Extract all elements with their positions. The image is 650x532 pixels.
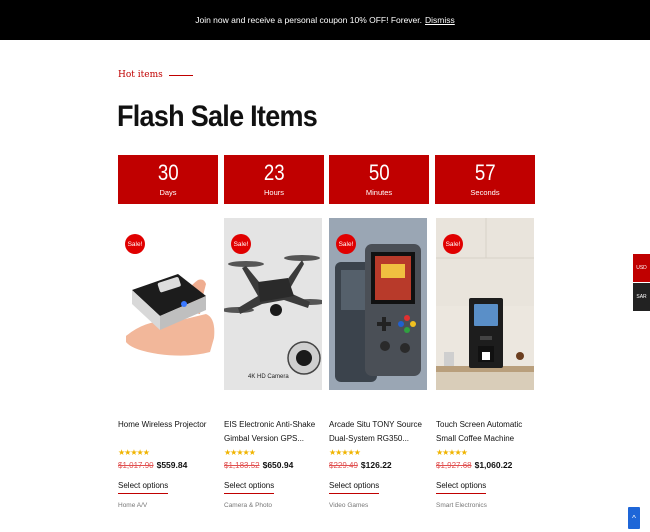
image-caption: 4K HD Camera — [248, 374, 289, 380]
star-icon: ★★★★★ — [436, 448, 468, 457]
select-options-button[interactable]: Select options — [224, 481, 275, 494]
product-category[interactable]: Smart Electronics — [436, 502, 534, 509]
sale-badge: Sale! — [443, 234, 463, 254]
product-category[interactable]: Video Games — [329, 502, 427, 509]
select-options-button[interactable]: Select options — [329, 481, 380, 494]
scroll-top-button[interactable]: ^ — [628, 507, 640, 529]
countdown-value: 23 — [263, 160, 285, 185]
old-price: $1,183.52 — [224, 461, 260, 470]
product-name[interactable]: Touch Screen Automatic Small Coffee Mach… — [436, 418, 534, 446]
product-image[interactable]: Sale! 4K HD Camera — [224, 218, 322, 390]
product-image[interactable]: Sale! — [329, 218, 427, 390]
product-price: $1,183.52 $650.94 — [224, 460, 322, 470]
countdown-value: 57 — [474, 160, 496, 185]
select-options-button[interactable]: Select options — [436, 481, 487, 494]
old-price: $1,017.90 — [118, 461, 154, 470]
countdown-unit: Minutes — [365, 188, 393, 197]
product-price: $1,927.68 $1,060.22 — [436, 460, 534, 470]
product-image[interactable]: Sale! — [118, 218, 216, 390]
select-options-button[interactable]: Select options — [118, 481, 169, 494]
sale-price: $650.94 — [262, 460, 294, 470]
product-category[interactable]: Home A/V — [118, 502, 216, 509]
announcement-text: Join now and receive a personal coupon 1… — [195, 15, 423, 25]
sale-badge: Sale! — [125, 234, 145, 254]
countdown-value: 30 — [157, 160, 179, 185]
chevron-up-icon: ^ — [632, 513, 636, 523]
countdown-unit: Hours — [263, 188, 284, 197]
product-name[interactable]: Arcade Situ TONY Source Dual-System RG35… — [329, 418, 427, 446]
product-card[interactable]: Sale! Touch Screen Automatic Small Coffe… — [436, 218, 534, 509]
currency-usd-button[interactable]: USD — [633, 254, 650, 282]
star-icon: ★★★★★ — [118, 448, 150, 457]
product-price: $229.49 $126.22 — [329, 460, 427, 470]
sale-badge: Sale! — [231, 234, 251, 254]
product-image[interactable]: Sale! — [436, 218, 534, 390]
product-card[interactable]: Sale! Arcade Situ TONY Source Dual-Syste… — [329, 218, 427, 509]
kicker-label: Hot items — [118, 70, 163, 80]
currency-sar-button[interactable]: SAR — [633, 283, 650, 311]
sale-price: $559.84 — [156, 460, 188, 470]
countdown-unit: Seconds — [470, 188, 500, 197]
product-name[interactable]: Home Wireless Projector — [118, 418, 216, 446]
product-category[interactable]: Camera & Photo — [224, 502, 322, 509]
countdown-minutes: 50 Minutes — [329, 155, 429, 204]
product-price: $1,017.90 $559.84 — [118, 460, 216, 470]
product-card[interactable]: Sale! 4K HD Camera EIS Electronic Anti-S… — [224, 218, 322, 509]
product-name[interactable]: EIS Electronic Anti-Shake Gimbal Version… — [224, 418, 322, 446]
countdown-seconds: 57 Seconds — [435, 155, 535, 204]
sale-price: $126.22 — [360, 460, 392, 470]
product-card[interactable]: Sale! Home Wireless Projector ★★★★★ $1,0… — [118, 218, 216, 509]
dismiss-link[interactable]: Dismiss — [425, 15, 455, 25]
star-icon: ★★★★★ — [224, 448, 256, 457]
section-kicker: Hot items — [118, 70, 193, 80]
section-title: Flash Sale Items — [117, 100, 318, 133]
countdown-hours: 23 Hours — [224, 155, 324, 204]
star-icon: ★★★★★ — [329, 448, 361, 457]
sale-badge: Sale! — [336, 234, 356, 254]
countdown-unit: Days — [159, 188, 177, 197]
sale-price: $1,060.22 — [474, 460, 513, 470]
announcement-bar: Join now and receive a personal coupon 1… — [0, 0, 650, 40]
kicker-divider — [168, 74, 193, 76]
countdown-days: 30 Days — [118, 155, 218, 204]
countdown-value: 50 — [368, 160, 390, 185]
old-price: $1,927.68 — [436, 461, 472, 470]
old-price: $229.49 — [329, 461, 358, 470]
